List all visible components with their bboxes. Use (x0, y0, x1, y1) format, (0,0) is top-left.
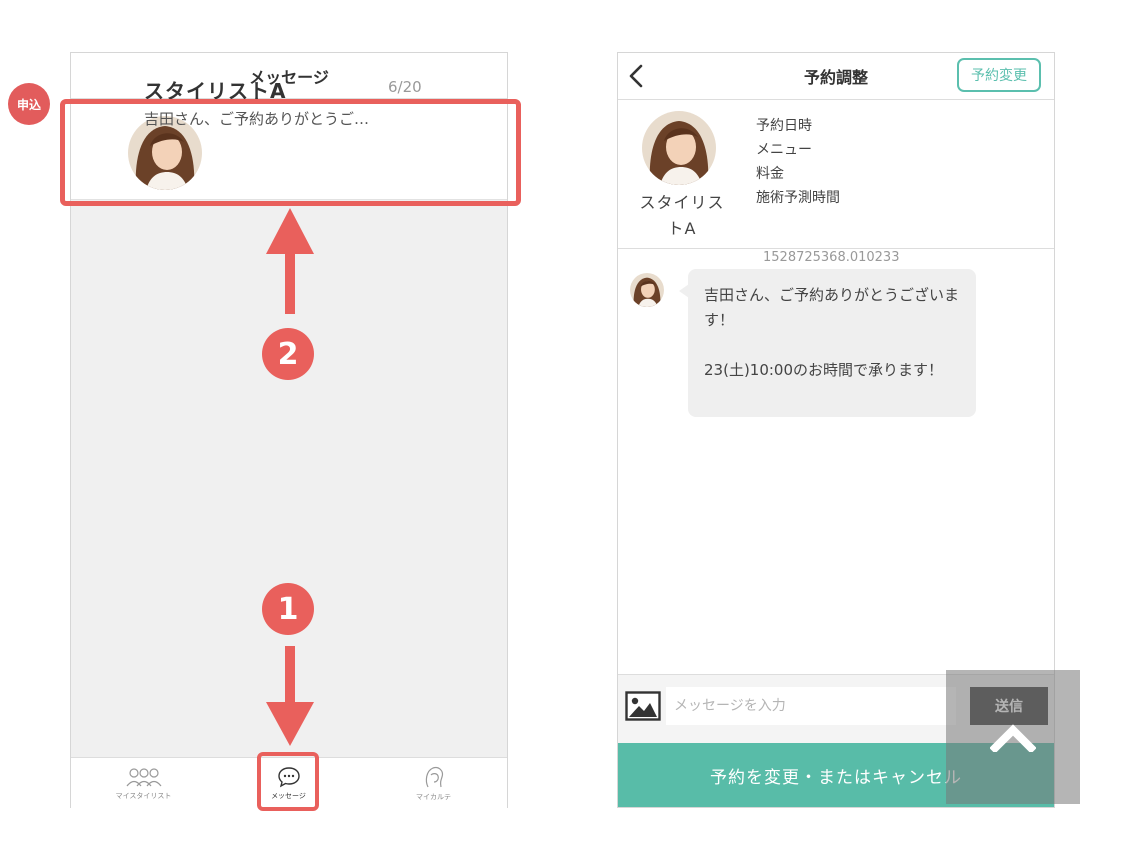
step-1-marker: 1 (262, 583, 314, 635)
change-reservation-button[interactable]: 予約変更 (957, 58, 1041, 92)
info-label-menu: メニュー (756, 142, 812, 158)
message-timestamp: 1528725368.010233 (763, 250, 900, 265)
profile-head-icon (425, 766, 443, 787)
step-2-marker: 2 (262, 328, 314, 380)
message-date: 6/20 (388, 78, 422, 96)
image-attach-icon[interactable] (625, 691, 661, 721)
chat-avatar (630, 273, 664, 307)
highlight-box-thread (60, 99, 521, 206)
info-label-price: 料金 (756, 166, 784, 182)
header: 予約調整 予約変更 (618, 53, 1054, 100)
arrow-down-icon (266, 646, 314, 746)
highlight-box-nav (257, 752, 319, 811)
nav-item-my-stylist[interactable]: マイスタイリスト (71, 758, 216, 808)
info-label-duration: 施術予測時間 (756, 190, 840, 206)
nav-label-my-karte: マイカルテ (416, 792, 451, 801)
apply-badge: 申込 (8, 83, 50, 125)
stylist-name: スタイリストA (639, 193, 725, 238)
stylist-avatar (642, 111, 716, 185)
chevron-left-icon[interactable] (626, 63, 648, 89)
nav-item-my-karte[interactable]: マイカルテ (361, 758, 506, 808)
info-label-datetime: 予約日時 (756, 118, 812, 134)
chat-message-text: 吉田さん、ご予約ありがとうございます！ 23(土)10:00のお時間で承ります！ (704, 286, 960, 379)
nav-label-my-stylist: マイスタイリスト (115, 791, 172, 800)
message-input[interactable] (666, 687, 956, 725)
arrow-up-icon (266, 208, 314, 314)
chevron-up-icon[interactable] (990, 722, 1036, 752)
stylists-icon (126, 767, 161, 786)
page-title: メッセージ (71, 53, 507, 99)
